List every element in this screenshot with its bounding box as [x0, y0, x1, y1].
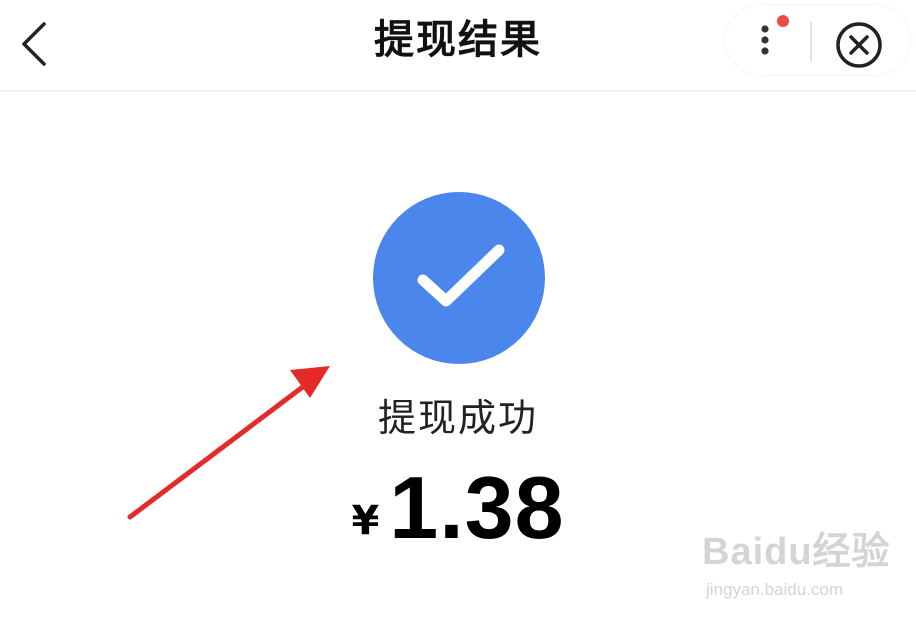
- amount-display: ¥1.38: [0, 458, 916, 583]
- watermark-url: jingyan.baidu.com: [706, 580, 844, 599]
- amount-value: 1.38: [389, 458, 565, 557]
- vertical-dots-icon: [761, 15, 789, 55]
- notification-dot: [777, 15, 789, 27]
- withdrawal-result-page: 提现结果 提现成功 ¥1.38 Baidu经验 jingyan.baidu.co…: [0, 0, 916, 624]
- status-text: 提现成功: [377, 396, 538, 440]
- capsule-divider: [810, 22, 812, 62]
- close-button[interactable]: [832, 18, 886, 72]
- more-button[interactable]: [740, 10, 796, 66]
- currency-symbol: ¥: [351, 498, 380, 544]
- nav-bar: 提现结果: [0, 0, 916, 92]
- check-circle-icon: [373, 192, 545, 364]
- close-circle-icon: [836, 22, 882, 68]
